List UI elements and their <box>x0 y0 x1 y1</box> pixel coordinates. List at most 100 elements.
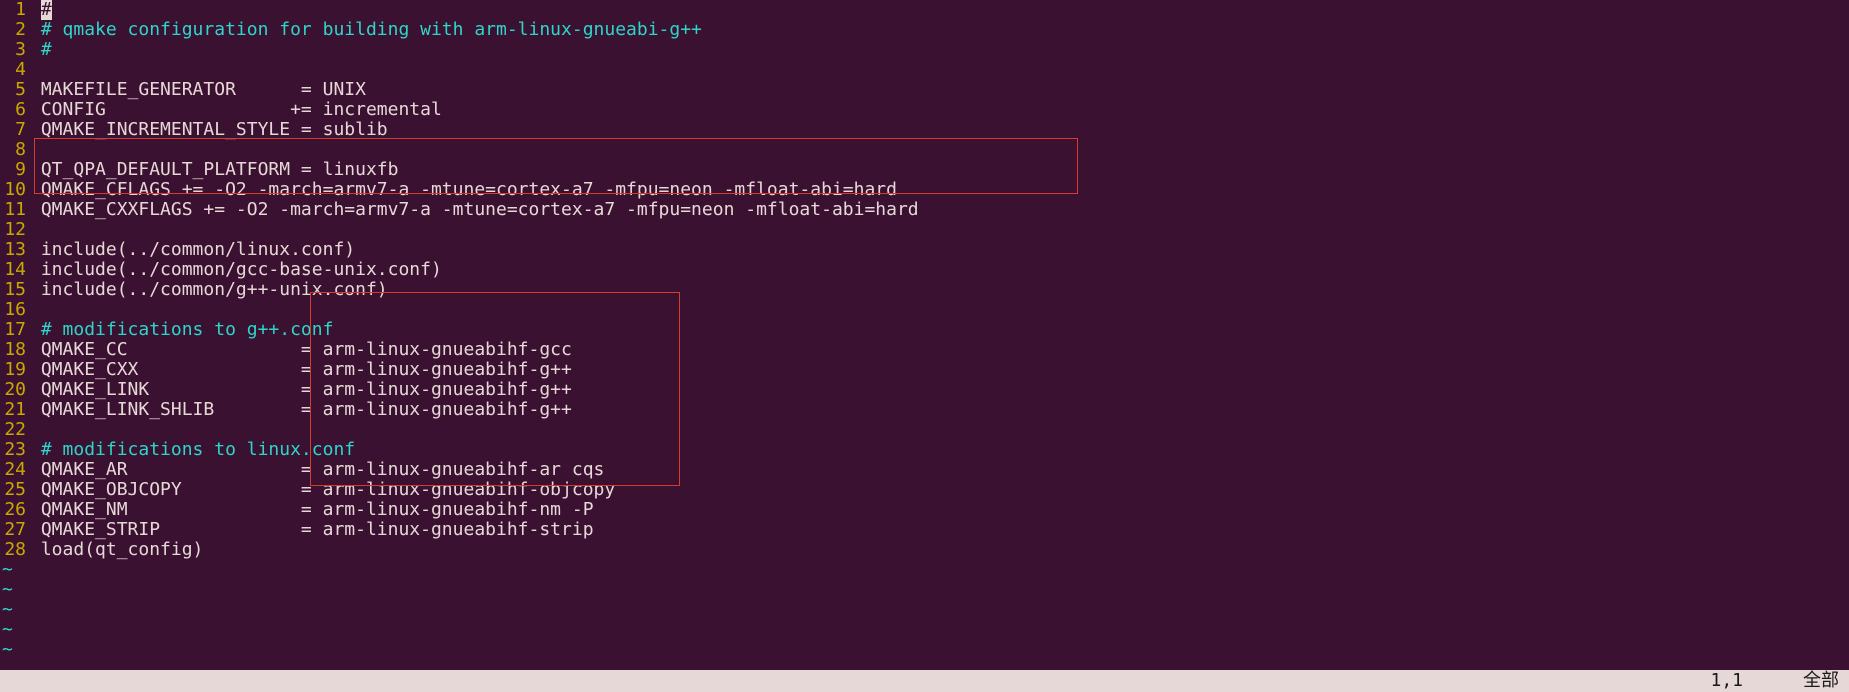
code-line[interactable]: 9 QT_QPA_DEFAULT_PLATFORM = linuxfb <box>0 160 1849 180</box>
code-line[interactable]: 14 include(../common/gcc-base-unix.conf) <box>0 260 1849 280</box>
line-number: 11 <box>0 200 30 220</box>
line-content[interactable]: # <box>30 40 52 60</box>
code-line[interactable]: 18 QMAKE_CC = arm-linux-gnueabihf-gcc <box>0 340 1849 360</box>
line-number: 3 <box>0 40 30 60</box>
vim-status-bar: 1,1 全部 <box>0 670 1849 692</box>
line-content[interactable]: QMAKE_CXX = arm-linux-gnueabihf-g++ <box>30 360 572 380</box>
line-content[interactable] <box>30 140 41 160</box>
line-content[interactable]: QT_QPA_DEFAULT_PLATFORM = linuxfb <box>30 160 398 180</box>
code-line[interactable]: 3 # <box>0 40 1849 60</box>
line-number: 12 <box>0 220 30 240</box>
code-text: load(qt_config) <box>41 539 204 560</box>
line-content[interactable]: QMAKE_STRIP = arm-linux-gnueabihf-strip <box>30 520 594 540</box>
line-number: 28 <box>0 540 30 560</box>
code-line[interactable]: 23 # modifications to linux.conf <box>0 440 1849 460</box>
code-line[interactable]: 1 # <box>0 0 1849 20</box>
code-text: QMAKE_AR = arm-linux-gnueabihf-ar cqs <box>41 459 605 480</box>
code-line[interactable]: 17 # modifications to g++.conf <box>0 320 1849 340</box>
line-number: 24 <box>0 460 30 480</box>
tilde-line: ~ <box>0 580 1849 600</box>
code-text: QMAKE_CXX = arm-linux-gnueabihf-g++ <box>41 359 572 380</box>
code-line[interactable]: 20 QMAKE_LINK = arm-linux-gnueabihf-g++ <box>0 380 1849 400</box>
empty-lines-area: ~~~~~ <box>0 560 1849 660</box>
line-content[interactable]: # modifications to g++.conf <box>30 320 333 340</box>
line-content[interactable]: # <box>30 0 52 20</box>
code-area[interactable]: 1 #2 # qmake configuration for building … <box>0 0 1849 560</box>
line-number: 1 <box>0 0 30 20</box>
line-content[interactable]: QMAKE_OBJCOPY = arm-linux-gnueabihf-objc… <box>30 480 615 500</box>
line-content[interactable]: QMAKE_NM = arm-linux-gnueabihf-nm -P <box>30 500 594 520</box>
line-number: 10 <box>0 180 30 200</box>
code-line[interactable]: 27 QMAKE_STRIP = arm-linux-gnueabihf-str… <box>0 520 1849 540</box>
tilde-icon: ~ <box>0 619 13 640</box>
code-line[interactable]: 15 include(../common/g++-unix.conf) <box>0 280 1849 300</box>
code-text: include(../common/linux.conf) <box>41 239 355 260</box>
code-line[interactable]: 5 MAKEFILE_GENERATOR = UNIX <box>0 80 1849 100</box>
line-number: 13 <box>0 240 30 260</box>
code-line[interactable]: 22 <box>0 420 1849 440</box>
code-text: include(../common/gcc-base-unix.conf) <box>41 259 442 280</box>
line-number: 23 <box>0 440 30 460</box>
code-line[interactable]: 25 QMAKE_OBJCOPY = arm-linux-gnueabihf-o… <box>0 480 1849 500</box>
line-content[interactable]: CONFIG += incremental <box>30 100 442 120</box>
line-content[interactable]: include(../common/g++-unix.conf) <box>30 280 388 300</box>
code-line[interactable]: 12 <box>0 220 1849 240</box>
line-content[interactable]: QMAKE_INCREMENTAL_STYLE = sublib <box>30 120 388 140</box>
line-content[interactable]: QMAKE_LINK = arm-linux-gnueabihf-g++ <box>30 380 572 400</box>
code-line[interactable]: 7 QMAKE_INCREMENTAL_STYLE = sublib <box>0 120 1849 140</box>
line-content[interactable] <box>30 60 41 80</box>
tilde-icon: ~ <box>0 639 13 660</box>
code-line[interactable]: 16 <box>0 300 1849 320</box>
code-line[interactable]: 4 <box>0 60 1849 80</box>
code-line[interactable]: 11 QMAKE_CXXFLAGS += -O2 -march=armv7-a … <box>0 200 1849 220</box>
code-line[interactable]: 19 QMAKE_CXX = arm-linux-gnueabihf-g++ <box>0 360 1849 380</box>
line-content[interactable]: MAKEFILE_GENERATOR = UNIX <box>30 80 366 100</box>
line-content[interactable]: # qmake configuration for building with … <box>30 20 702 40</box>
line-content[interactable]: QMAKE_LINK_SHLIB = arm-linux-gnueabihf-g… <box>30 400 572 420</box>
code-text: QT_QPA_DEFAULT_PLATFORM = linuxfb <box>41 159 399 180</box>
line-content[interactable] <box>30 220 41 240</box>
scroll-indicator: 全部 <box>1803 671 1839 691</box>
code-text: QMAKE_INCREMENTAL_STYLE = sublib <box>41 119 388 140</box>
line-number: 14 <box>0 260 30 280</box>
code-text: QMAKE_CC = arm-linux-gnueabihf-gcc <box>41 339 572 360</box>
line-content[interactable]: QMAKE_CC = arm-linux-gnueabihf-gcc <box>30 340 572 360</box>
code-line[interactable]: 6 CONFIG += incremental <box>0 100 1849 120</box>
line-content[interactable]: QMAKE_CXXFLAGS += -O2 -march=armv7-a -mt… <box>30 200 919 220</box>
vim-editor[interactable]: 1 #2 # qmake configuration for building … <box>0 0 1849 692</box>
comment-text: # qmake configuration for building with … <box>41 19 702 40</box>
line-content[interactable]: include(../common/gcc-base-unix.conf) <box>30 260 442 280</box>
comment-text: # modifications to linux.conf <box>41 439 355 460</box>
line-number: 9 <box>0 160 30 180</box>
line-content[interactable]: include(../common/linux.conf) <box>30 240 355 260</box>
line-number: 22 <box>0 420 30 440</box>
code-text: QMAKE_OBJCOPY = arm-linux-gnueabihf-objc… <box>41 479 615 500</box>
code-line[interactable]: 2 # qmake configuration for building wit… <box>0 20 1849 40</box>
line-number: 17 <box>0 320 30 340</box>
line-content[interactable] <box>30 300 41 320</box>
code-line[interactable]: 26 QMAKE_NM = arm-linux-gnueabihf-nm -P <box>0 500 1849 520</box>
code-line[interactable]: 10 QMAKE_CFLAGS += -O2 -march=armv7-a -m… <box>0 180 1849 200</box>
line-content[interactable]: # modifications to linux.conf <box>30 440 355 460</box>
line-number: 6 <box>0 100 30 120</box>
code-line[interactable]: 24 QMAKE_AR = arm-linux-gnueabihf-ar cqs <box>0 460 1849 480</box>
line-content[interactable]: QMAKE_CFLAGS += -O2 -march=armv7-a -mtun… <box>30 180 897 200</box>
line-number: 26 <box>0 500 30 520</box>
code-text: CONFIG += incremental <box>41 99 442 120</box>
tilde-line: ~ <box>0 620 1849 640</box>
code-line[interactable]: 8 <box>0 140 1849 160</box>
code-line[interactable]: 28 load(qt_config) <box>0 540 1849 560</box>
line-number: 5 <box>0 80 30 100</box>
code-line[interactable]: 21 QMAKE_LINK_SHLIB = arm-linux-gnueabih… <box>0 400 1849 420</box>
cursor: # <box>41 0 52 20</box>
code-text: QMAKE_CXXFLAGS += -O2 -march=armv7-a -mt… <box>41 199 919 220</box>
line-number: 19 <box>0 360 30 380</box>
code-line[interactable]: 13 include(../common/linux.conf) <box>0 240 1849 260</box>
line-content[interactable]: QMAKE_AR = arm-linux-gnueabihf-ar cqs <box>30 460 604 480</box>
line-content[interactable]: load(qt_config) <box>30 540 203 560</box>
code-text: MAKEFILE_GENERATOR = UNIX <box>41 79 366 100</box>
line-number: 20 <box>0 380 30 400</box>
line-content[interactable] <box>30 420 41 440</box>
code-text: QMAKE_LINK_SHLIB = arm-linux-gnueabihf-g… <box>41 399 572 420</box>
tilde-icon: ~ <box>0 599 13 620</box>
